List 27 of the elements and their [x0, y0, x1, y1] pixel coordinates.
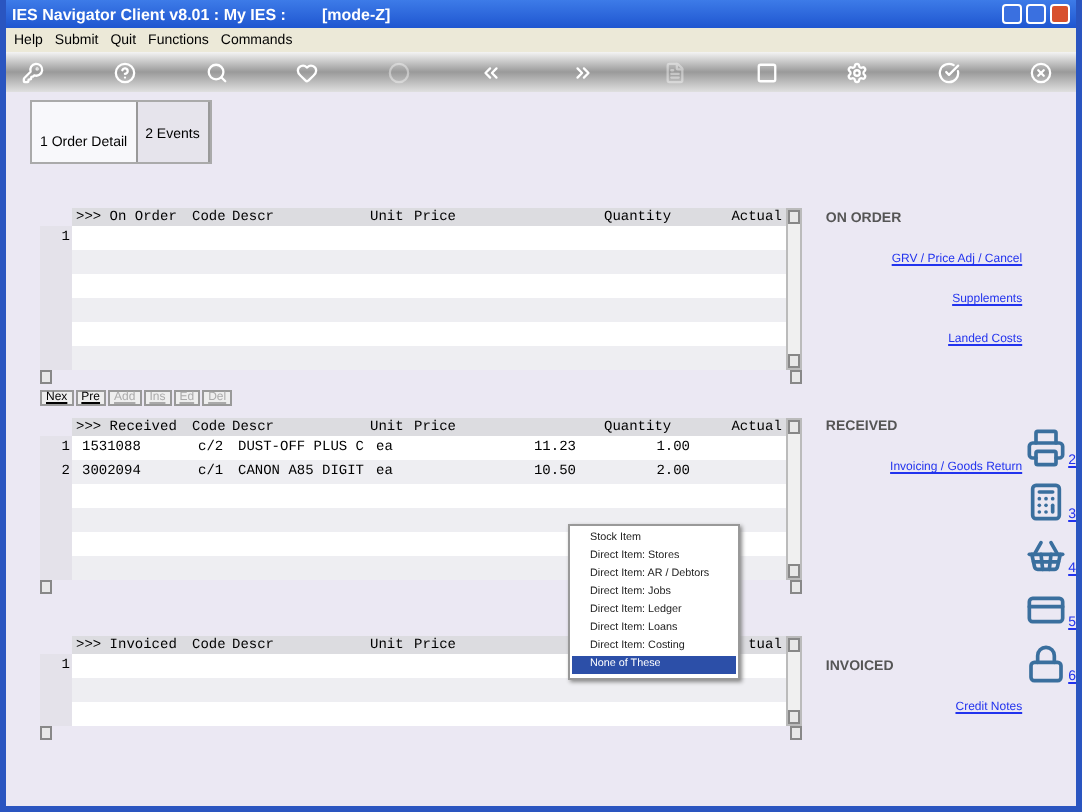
scroll-right-button[interactable] — [789, 370, 802, 384]
scroll-right-button[interactable] — [789, 726, 802, 740]
mode-label: [mode-Z] — [321, 5, 391, 23]
square-icon[interactable] — [755, 61, 777, 83]
settings-icon[interactable] — [846, 61, 869, 83]
scroll-left-button[interactable] — [40, 580, 52, 594]
padlock-icon[interactable] — [1026, 644, 1067, 684]
window-title: IES Navigator Client v8.01 : My IES : — [12, 5, 286, 23]
check-icon[interactable] — [938, 61, 961, 83]
grid-row[interactable] — [40, 508, 786, 532]
search-icon[interactable] — [205, 61, 228, 83]
double-left-arrow-icon[interactable] — [480, 61, 503, 83]
double-right-arrow-icon[interactable] — [571, 61, 594, 83]
heart-icon[interactable] — [296, 61, 319, 83]
key-icon[interactable] — [22, 61, 44, 83]
close-icon[interactable] — [1029, 61, 1052, 83]
help-icon[interactable] — [113, 61, 136, 83]
minimize-button[interactable] — [1002, 4, 1022, 24]
scroll-left-button[interactable] — [40, 370, 52, 384]
maximize-button[interactable] — [1026, 4, 1046, 24]
grid-row[interactable] — [40, 678, 786, 702]
printer-icon[interactable] — [1026, 428, 1067, 468]
basket-icon[interactable] — [1026, 536, 1067, 576]
calculator-icon[interactable] — [1026, 482, 1067, 522]
scroll-left-button[interactable] — [40, 726, 52, 740]
scroll-right-button[interactable] — [789, 580, 802, 594]
close-button[interactable] — [1050, 4, 1070, 24]
